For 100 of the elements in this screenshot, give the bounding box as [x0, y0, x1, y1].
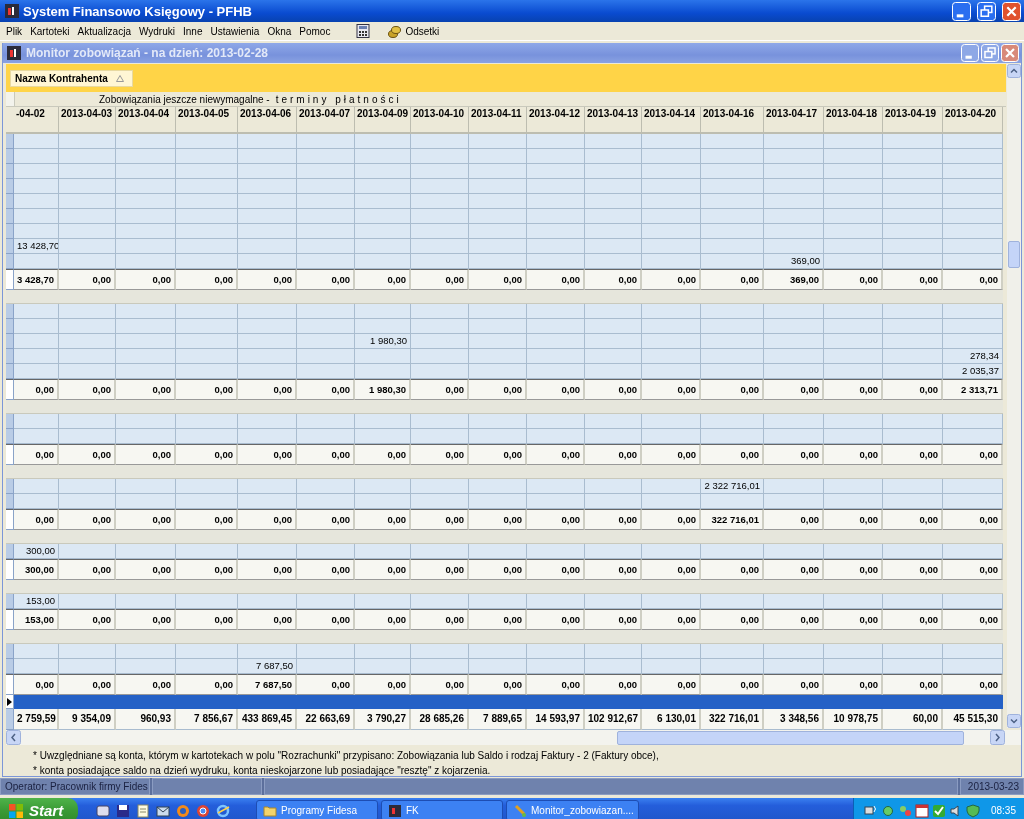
restore-button[interactable]: [981, 44, 999, 62]
table-cell: [469, 134, 527, 149]
vertical-scrollbar[interactable]: [1007, 64, 1021, 728]
row-selector[interactable]: [6, 609, 14, 630]
menu-item[interactable]: Inne: [179, 24, 207, 38]
mail-icon[interactable]: [156, 803, 170, 818]
column-header[interactable]: 2013-04-16: [701, 107, 764, 134]
start-button[interactable]: Start: [0, 798, 78, 819]
minimize-button[interactable]: [952, 1, 971, 21]
menu-item[interactable]: Okna: [263, 24, 296, 38]
table-cell: [883, 349, 943, 364]
table-cell: [355, 414, 411, 429]
check-icon[interactable]: [931, 803, 946, 818]
column-header[interactable]: 2013-04-19: [883, 107, 943, 134]
column-header[interactable]: 2013-04-11: [469, 107, 527, 134]
browser-icon[interactable]: [176, 803, 190, 818]
group-total-cell: 0,00: [701, 444, 764, 465]
scroll-up-icon[interactable]: [1007, 64, 1021, 78]
column-header[interactable]: 2013-04-17: [764, 107, 824, 134]
horizontal-scrollbar[interactable]: [6, 730, 1021, 745]
row-selector[interactable]: [6, 674, 14, 695]
calendar-icon[interactable]: [914, 803, 929, 818]
group-total-cell: 0,00: [116, 509, 176, 530]
column-header[interactable]: 2013-04-12: [527, 107, 585, 134]
menu-item[interactable]: Plik: [2, 24, 27, 38]
menu-item[interactable]: Kartoteki: [26, 24, 74, 38]
table-cell: [238, 134, 297, 149]
group-total-cell: 0,00: [642, 509, 701, 530]
shield-icon[interactable]: [965, 803, 980, 818]
row-selector[interactable]: [6, 379, 14, 400]
group-total-cell: 0,00: [238, 269, 297, 290]
table-cell: [469, 659, 527, 674]
table-cell: [469, 239, 527, 254]
menu-item[interactable]: Ustawienia: [206, 24, 264, 38]
column-header[interactable]: 2013-04-20: [943, 107, 1003, 134]
minimize-button[interactable]: [961, 44, 979, 62]
menu-item[interactable]: Wydruki: [134, 24, 179, 38]
table-cell: [764, 304, 824, 319]
scroll-thumb[interactable]: [1008, 241, 1020, 268]
table-cell: [642, 239, 701, 254]
taskbar-button[interactable]: FK: [381, 800, 503, 819]
column-header[interactable]: 2013-04-13: [585, 107, 642, 134]
table-cell: [883, 164, 943, 179]
column-header[interactable]: 2013-04-04: [116, 107, 176, 134]
scroll-down-icon[interactable]: [1007, 714, 1021, 728]
row-selector[interactable]: [6, 509, 14, 530]
taskbar-button[interactable]: Programy Fidesa: [256, 800, 378, 819]
table-cell: [297, 349, 355, 364]
column-header[interactable]: 2013-04-06: [238, 107, 297, 134]
desktop-icon[interactable]: [96, 803, 110, 818]
column-header[interactable]: 2013-04-05: [176, 107, 238, 134]
column-header[interactable]: 2013-04-03: [59, 107, 116, 134]
odsetki-button[interactable]: Odsetki: [388, 24, 440, 38]
table-cell: 1 980,30: [355, 334, 411, 349]
column-header[interactable]: 2013-04-07: [297, 107, 355, 134]
table-cell: [14, 179, 59, 194]
menu-item[interactable]: Pomoc: [295, 24, 335, 38]
restore-button[interactable]: [977, 1, 996, 21]
group-total-cell: 0,00: [469, 509, 527, 530]
group-total-cell: 0,00: [527, 509, 585, 530]
table-cell: [411, 194, 469, 209]
table-cell: [238, 304, 297, 319]
row-selector[interactable]: [6, 269, 14, 290]
table-cell: [116, 179, 176, 194]
menu-item[interactable]: Aktualizacja: [73, 24, 135, 38]
row-selector[interactable]: [6, 559, 14, 580]
table-cell: [642, 224, 701, 239]
table-cell: [355, 364, 411, 379]
group-total-cell: 0,00: [883, 509, 943, 530]
scroll-thumb[interactable]: [617, 730, 964, 745]
close-button[interactable]: [1001, 44, 1019, 62]
table-cell: [642, 304, 701, 319]
table-cell: [764, 494, 824, 509]
globe-icon[interactable]: [196, 803, 210, 818]
group-total-cell: 0,00: [59, 509, 116, 530]
group-total-cell: 0,00: [585, 444, 642, 465]
close-button[interactable]: [1002, 1, 1021, 21]
table-cell: [943, 134, 1003, 149]
scroll-right-icon[interactable]: [990, 730, 1005, 745]
notepad-icon[interactable]: [136, 803, 150, 818]
taskbar-button[interactable]: Monitor_zobowiazan....: [506, 800, 639, 819]
clock: 08:35: [990, 805, 1016, 816]
row-selector[interactable]: [6, 444, 14, 465]
group-total-cell: 0,00: [764, 509, 824, 530]
scroll-left-icon[interactable]: [6, 730, 21, 745]
column-header[interactable]: 2013-04-09: [355, 107, 411, 134]
column-header[interactable]: 2013-04-18: [824, 107, 883, 134]
table-cell: [14, 659, 59, 674]
table-cell: [297, 494, 355, 509]
table-cell: [116, 334, 176, 349]
network-icon[interactable]: [863, 803, 878, 818]
group-field-button[interactable]: Nazwa Kontrahenta: [10, 69, 133, 87]
table-cell: [883, 644, 943, 659]
column-header[interactable]: 2013-04-14: [642, 107, 701, 134]
group-total-cell: 0,00: [943, 509, 1003, 530]
table-cell: [355, 224, 411, 239]
table-cell: [14, 414, 59, 429]
column-header[interactable]: -04-02: [14, 107, 59, 134]
calculator-icon[interactable]: [356, 24, 371, 38]
column-header[interactable]: 2013-04-10: [411, 107, 469, 134]
